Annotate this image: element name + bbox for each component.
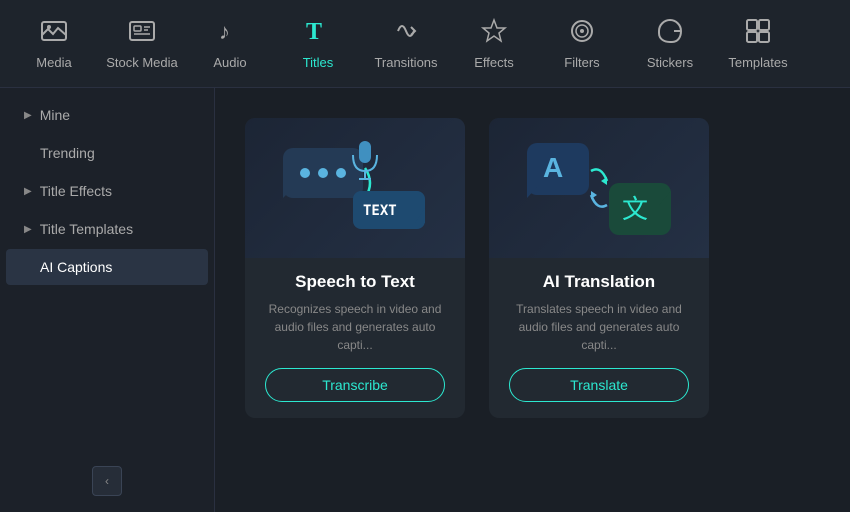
speech-to-text-svg: TEXT [275, 133, 435, 243]
media-icon [40, 17, 68, 49]
stock-media-icon [128, 17, 156, 49]
nav-item-stickers[interactable]: Stickers [626, 5, 714, 83]
nav-label-filters: Filters [564, 55, 599, 70]
templates-icon [744, 17, 772, 49]
svg-text:T: T [306, 19, 322, 45]
ai-translation-illustration: A 文 [489, 118, 709, 258]
ai-translation-description: Translates speech in video and audio fil… [503, 300, 695, 354]
svg-text:TEXT: TEXT [363, 203, 397, 219]
sidebar-item-title-templates[interactable]: ▶ Title Templates [6, 211, 208, 247]
svg-text:♪: ♪ [219, 19, 230, 44]
stickers-icon [656, 17, 684, 49]
titles-icon: T [304, 17, 332, 49]
sidebar-item-label: Title Templates [40, 221, 133, 237]
speech-to-text-title: Speech to Text [295, 272, 415, 292]
nav-item-stock-media[interactable]: Stock Media [98, 5, 186, 83]
ai-translation-title: AI Translation [543, 272, 655, 292]
sidebar-item-label: Title Effects [40, 183, 112, 199]
top-nav: Media Stock Media ♪ Audio T Titles Transitions… [0, 0, 850, 88]
speech-to-text-illustration: TEXT [245, 118, 465, 258]
chevron-right-icon: ▶ [24, 224, 32, 235]
ai-translation-button[interactable]: Translate [509, 368, 689, 402]
nav-item-effects[interactable]: Effects [450, 5, 538, 83]
ai-translation-svg: A 文 [519, 133, 679, 243]
nav-label-audio: Audio [213, 55, 246, 70]
nav-label-media: Media [36, 55, 71, 70]
sidebar-item-mine[interactable]: ▶ Mine [6, 97, 208, 133]
speech-to-text-description: Recognizes speech in video and audio fil… [259, 300, 451, 354]
sidebar-item-label: AI Captions [40, 259, 112, 275]
nav-label-stock-media: Stock Media [106, 55, 178, 70]
svg-text:A: A [543, 152, 563, 183]
sidebar-item-ai-captions[interactable]: AI Captions [6, 249, 208, 285]
filters-icon [568, 17, 596, 49]
body-container: ▶ Mine Trending ▶ Title Effects ▶ Title Templa… [0, 88, 850, 512]
nav-item-transitions[interactable]: Transitions [362, 5, 450, 83]
sidebar-item-trending[interactable]: Trending [6, 135, 208, 171]
chevron-right-icon: ▶ [24, 110, 32, 121]
chevron-right-icon: ▶ [24, 186, 32, 197]
nav-item-templates[interactable]: Templates [714, 5, 802, 83]
nav-label-stickers: Stickers [647, 55, 693, 70]
nav-label-transitions: Transitions [374, 55, 437, 70]
sidebar-collapse-button[interactable]: ‹ [92, 466, 122, 496]
svg-text:文: 文 [622, 195, 648, 224]
sidebar-item-label: Mine [40, 107, 70, 123]
nav-item-media[interactable]: Media [10, 5, 98, 83]
transitions-icon [392, 17, 420, 49]
nav-label-templates: Templates [728, 55, 787, 70]
nav-item-titles[interactable]: T Titles [274, 5, 362, 83]
speech-to-text-button[interactable]: Transcribe [265, 368, 445, 402]
card-speech-to-text: TEXT Speech to Text Recognizes speech in … [245, 118, 465, 418]
sidebar-item-label: Trending [40, 145, 95, 161]
sidebar-item-title-effects[interactable]: ▶ Title Effects [6, 173, 208, 209]
main-content: TEXT Speech to Text Recognizes speech in … [215, 88, 850, 512]
nav-item-audio[interactable]: ♪ Audio [186, 5, 274, 83]
card-ai-translation: A 文 AI Translation Translates speech in v… [489, 118, 709, 418]
effects-icon [480, 17, 508, 49]
nav-label-effects: Effects [474, 55, 514, 70]
audio-icon: ♪ [216, 17, 244, 49]
nav-label-titles: Titles [303, 55, 334, 70]
nav-item-filters[interactable]: Filters [538, 5, 626, 83]
sidebar: ▶ Mine Trending ▶ Title Effects ▶ Title Templa… [0, 88, 215, 512]
